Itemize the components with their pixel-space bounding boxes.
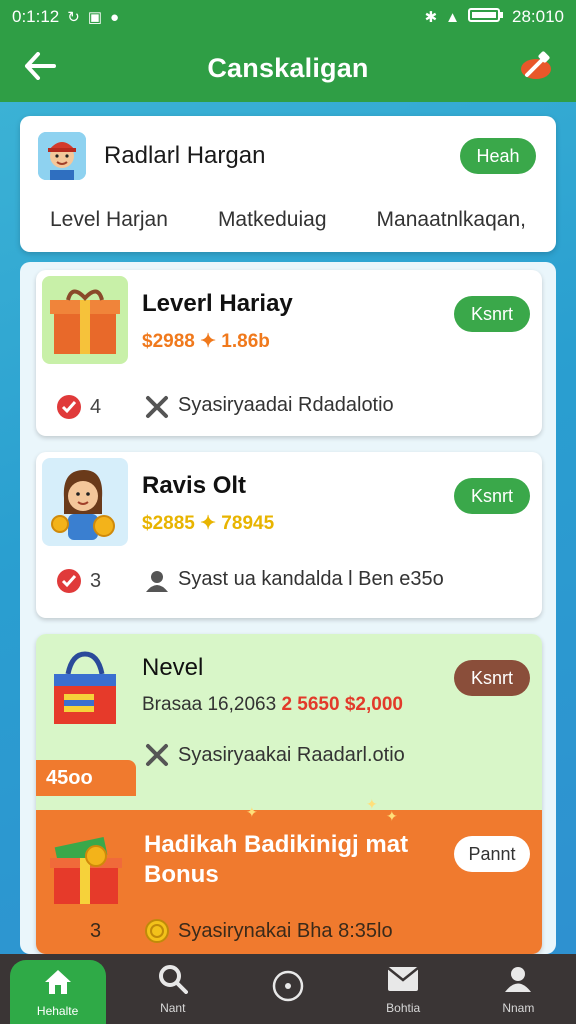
image-icon: ▣ xyxy=(87,8,103,26)
sync-icon: ↻ xyxy=(67,8,80,26)
nav-home-label: Hehalte xyxy=(36,1004,79,1018)
nav-explore[interactable] xyxy=(240,954,336,1024)
battery-icon xyxy=(468,7,504,28)
item-description: Syasiryaadai Rdadalotio xyxy=(178,394,394,416)
gift-box-icon xyxy=(42,276,128,364)
item-price-base: Brasaa 16,2063 xyxy=(142,694,277,715)
item-description: Syast ua kandalda l Ben e35o xyxy=(178,568,444,590)
profile-header-card: Radlarl Hargan Heah Level Harjan Matkedu… xyxy=(20,116,556,252)
item-title: Ravis Olt xyxy=(142,472,247,499)
item-count: 4 xyxy=(90,396,102,418)
item-title: Leverl Hariay xyxy=(142,290,293,317)
status-clock: 28:010 xyxy=(512,7,564,26)
item-action-button[interactable]: Ksnrt xyxy=(454,660,530,696)
search-icon xyxy=(156,963,190,995)
item-description: Syasiryaakai Raadarl.otio xyxy=(178,744,405,766)
bonus-title: Hadikah Badikinigj mat Bonus xyxy=(144,831,409,888)
tools-icon xyxy=(144,394,170,420)
arrow-left-icon xyxy=(24,51,56,85)
ribbon-label: 45oo xyxy=(36,760,136,796)
list-item-bonus[interactable]: Nevel Brasaa 16,2063 2 5650 $2,000 Ksnrt… xyxy=(36,634,542,954)
list-item[interactable]: Leverl Hariay $2988 ✦ 1.86b Ksnrt 4 Syas… xyxy=(36,270,542,436)
check-badge-icon xyxy=(56,394,82,420)
item-action-button[interactable]: Ksnrt xyxy=(454,478,530,514)
header-action-button[interactable]: Heah xyxy=(460,138,536,174)
coin-icon xyxy=(144,918,170,944)
status-right: ✱ ▲ 28:010 xyxy=(425,7,564,28)
sparkle-icon: ✦ xyxy=(246,804,258,820)
tool-button[interactable] xyxy=(518,50,554,86)
status-left: 0:1:12 ↻ ▣ ● xyxy=(12,7,119,27)
item-price-highlight: 2 5650 $2,000 xyxy=(281,694,403,715)
signal-icon: ▲ xyxy=(445,8,460,26)
list-item[interactable]: Ravis Olt $2885 ✦ 78945 Ksnrt 3 Syast ua… xyxy=(36,452,542,618)
hammer-icon xyxy=(519,50,553,86)
girl-with-coins-icon xyxy=(42,458,128,546)
item-list: Leverl Hariay $2988 ✦ 1.86b Ksnrt 4 Syas… xyxy=(20,262,556,954)
money-gift-icon xyxy=(42,824,128,912)
back-button[interactable] xyxy=(20,48,60,88)
bluetooth-icon: ✱ xyxy=(424,8,438,26)
item-action-button[interactable]: Ksnrt xyxy=(454,296,530,332)
nav-profile-label: Nnam xyxy=(502,1001,535,1015)
status-bar: 0:1:12 ↻ ▣ ● ✱ ▲ 28:010 xyxy=(0,0,576,34)
mail-icon xyxy=(386,963,420,995)
shopping-bag-icon xyxy=(42,646,128,734)
item-price: Brasaa 16,2063 2 5650 $2,000 xyxy=(142,694,403,716)
nav-home[interactable]: Hehalte xyxy=(9,960,106,1024)
page-title: Canskaligan xyxy=(207,52,369,83)
dot-icon: ● xyxy=(110,8,120,26)
tab-manage[interactable]: Manaatnlkaqan, xyxy=(377,200,526,240)
header-tabs: Level Harjan Matkeduiag Manaatnlkaqan, xyxy=(20,200,556,240)
bonus-action-button[interactable]: Pannt xyxy=(454,836,530,872)
tab-market[interactable]: Matkeduiag xyxy=(218,200,327,240)
nav-search-label: Nant xyxy=(160,1001,186,1015)
tools-icon xyxy=(144,742,170,768)
item-count: 3 xyxy=(90,920,102,942)
item-price: $2988 ✦ 1.86b xyxy=(142,331,270,352)
avatar xyxy=(38,132,86,180)
bonus-description: Syasirynakai Bha 8:35lo xyxy=(178,920,393,942)
sparkle-icon: ✦ xyxy=(366,796,378,812)
item-price: $2885 ✦ 78945 xyxy=(142,513,275,534)
profile-icon xyxy=(501,963,535,995)
nav-messages[interactable]: Bohtia xyxy=(355,954,451,1024)
item-title: Nevel xyxy=(142,654,204,681)
tab-level[interactable]: Level Harjan xyxy=(50,200,168,240)
check-badge-icon xyxy=(56,568,82,594)
bottom-nav: Hehalte Nant Bohtia Nnam xyxy=(0,954,576,1024)
nav-messages-label: Bohtia xyxy=(386,1001,421,1015)
sparkle-icon: ✦ xyxy=(386,808,398,824)
nav-profile[interactable]: Nnam xyxy=(470,954,566,1024)
app-bar: Canskaligan xyxy=(0,34,576,102)
person-icon xyxy=(144,568,170,594)
status-time: 0:1:12 xyxy=(12,7,60,26)
nav-search[interactable]: Nant xyxy=(125,954,221,1024)
profile-name: Radlarl Hargan xyxy=(104,142,266,169)
home-icon xyxy=(41,966,75,998)
compass-icon xyxy=(271,970,305,1002)
item-count: 3 xyxy=(90,570,102,592)
